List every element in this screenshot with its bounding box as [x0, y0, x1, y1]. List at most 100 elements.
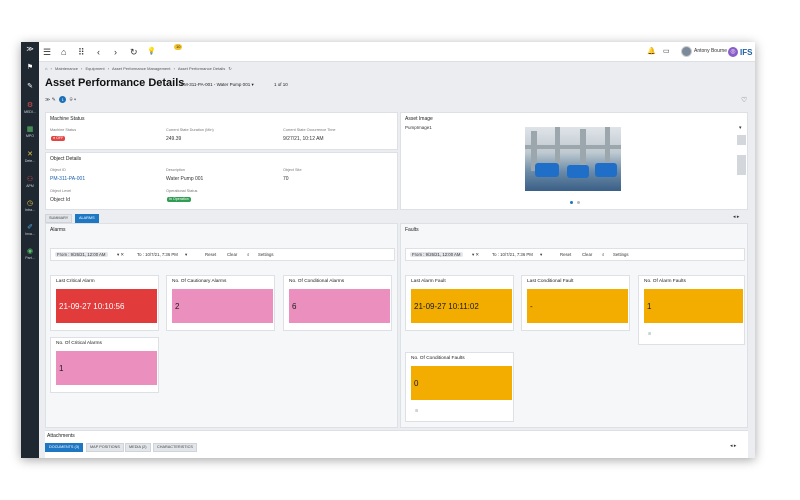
kpi-critical-alarms[interactable]: No. Of Critical Alarms 1 [50, 337, 159, 393]
rail-item-mpo[interactable]: ▦ MPO [21, 126, 39, 138]
kpi-value: 1 [644, 289, 743, 323]
carousel-next-button[interactable] [737, 155, 746, 175]
kpi-last-critical-alarm[interactable]: Last Critical Alarm 21-09-27 10:10:56 [50, 275, 159, 331]
breadcrumb-current: Asset Performance Details [177, 66, 226, 71]
reset-button[interactable]: Reset [560, 252, 571, 257]
home-icon[interactable]: ⌂ [61, 45, 66, 59]
card-title: Asset Image [405, 116, 433, 122]
record-selector[interactable]: PM-311-PA-001 - Water Pump 001 ▾ [181, 82, 254, 88]
status-badge: ● OFF [51, 136, 66, 141]
from-date-controls[interactable]: ▾ ✕ [117, 252, 124, 258]
brand-mark-icon: ◎ [728, 47, 738, 57]
carousel-prev-button[interactable] [737, 135, 746, 145]
apm-icon: ⚇ [26, 176, 34, 183]
carousel-dot[interactable] [577, 201, 580, 204]
rail-item-apm[interactable]: ⚇ APM [21, 176, 39, 188]
rail-item-inva[interactable]: ✐ Inva... [21, 224, 39, 236]
lightbulb-icon[interactable]: 💡 [147, 45, 156, 59]
kpi-value: 21-09-27 10:10:56 [56, 289, 157, 323]
object-id-link[interactable]: PM-311-PA-001 [50, 176, 85, 182]
breadcrumb-home-icon[interactable]: ⌂ [45, 66, 47, 71]
to-date-controls[interactable]: ▾ [185, 252, 187, 258]
operational-status-badge: In Operation [167, 197, 191, 202]
tab-characteristics[interactable]: CHARACTERISTICS [153, 443, 197, 452]
app-window: ≫ ⚑ ✎ ⚙ MEDI... ▦ MPO ✕ Dete... ⚇ APM ◷ Intra… [21, 42, 755, 458]
tab-scroll-arrows[interactable]: ◂ ▸ [733, 214, 739, 220]
field-label: Current State Occurrence Time [283, 128, 336, 132]
alarms-panel: Alarms From : 9/26/21, 12:00 AM ▾ ✕ To :… [45, 223, 398, 428]
kpi-title: Last Conditional Fault [527, 279, 574, 284]
tab-media[interactable]: MEDIA (2) [125, 443, 151, 452]
dete-icon: ✕ [27, 151, 33, 158]
settings-button[interactable]: Settings [613, 252, 629, 257]
tab-alarms[interactable]: ALARMS [75, 214, 99, 223]
rail-item-intra[interactable]: ◷ Intra... [21, 200, 39, 212]
from-date-field[interactable]: From : 9/26/21, 12:00 AM [55, 252, 108, 257]
kpi-alarm-faults[interactable]: No. Of Alarm Faults 1 ⊞ [638, 275, 745, 345]
from-date-controls[interactable]: ▾ ✕ [472, 252, 479, 258]
rail-label: Inva... [25, 232, 35, 236]
bell-icon[interactable]: 🔔 [647, 45, 656, 59]
chevron-down-icon[interactable]: ▾ [739, 125, 742, 131]
clear-button[interactable]: Clear [227, 252, 237, 257]
rail-item-medi[interactable]: ⚙ MEDI... [21, 102, 39, 114]
favorite-icon[interactable]: ♡ [741, 96, 747, 104]
to-date-controls[interactable]: ▾ [540, 252, 542, 258]
tab-map-positions[interactable]: MAP POSITIONS [86, 443, 124, 452]
kpi-cautionary-alarms[interactable]: No. Of Cautionary Alarms 2 [166, 275, 275, 331]
more-commands-icon[interactable]: ⌾ ▾ [70, 97, 77, 103]
brand-name: IFS [740, 47, 753, 57]
kpi-conditional-faults[interactable]: No. Of Conditional Faults 0 ⊞ [405, 352, 514, 422]
user-name[interactable]: Antony Bourne [694, 48, 727, 54]
kpi-title: No. Of Conditional Faults [411, 356, 465, 361]
rail-expand[interactable]: ≫ [21, 46, 39, 54]
tab-summary[interactable]: SUMMARY [45, 214, 73, 223]
settings-button[interactable]: Settings [258, 252, 274, 257]
refresh-icon[interactable]: ↻ [130, 45, 138, 59]
rail-item-part[interactable]: ◉ Part... [21, 248, 39, 260]
forward-icon[interactable]: › [114, 45, 117, 59]
rail-bookmark[interactable]: ⚑ [21, 64, 39, 72]
back-icon[interactable]: ‹ [97, 45, 100, 59]
details-icon[interactable]: ⊞ [648, 331, 651, 336]
search-icon[interactable]: ⌕ [602, 252, 604, 257]
attachment-count-badge[interactable]: 1 [59, 96, 67, 103]
details-icon[interactable]: ⊞ [415, 408, 418, 413]
to-date-field[interactable]: To : 10/7/21, 7:36 PM [492, 252, 533, 257]
rail-edit[interactable]: ✎ [21, 83, 39, 91]
breadcrumb-equipment[interactable]: Equipment [86, 66, 105, 71]
field-label: Description [166, 168, 185, 172]
tab-documents[interactable]: DOCUMENTS (3) [45, 443, 84, 452]
kpi-last-conditional-fault[interactable]: Last Conditional Fault - [521, 275, 630, 331]
breadcrumb-separator: › [50, 66, 52, 71]
panel-title: Faults [405, 227, 419, 233]
field-label: Object ID [50, 168, 66, 172]
reset-button[interactable]: Reset [205, 252, 216, 257]
inva-icon: ✐ [27, 224, 33, 231]
image-selector[interactable]: PumpImage1 [405, 125, 432, 130]
chat-icon[interactable]: ▭ [663, 45, 670, 59]
rail-item-dete[interactable]: ✕ Dete... [21, 151, 39, 163]
clear-button[interactable]: Clear [582, 252, 592, 257]
avatar[interactable] [681, 46, 692, 57]
field-label: Machine Status [50, 128, 77, 132]
kpi-value: 6 [289, 289, 390, 323]
breadcrumb: ⌂ › Maintenance › Equipment › Asset Perf… [45, 66, 234, 71]
from-date-field[interactable]: From : 9/26/21, 12:00 AM [410, 252, 463, 257]
breadcrumb-maintenance[interactable]: Maintenance [55, 66, 78, 71]
search-icon[interactable]: ⌕ [247, 252, 249, 257]
breadcrumb-refresh-icon[interactable]: ↻ [228, 66, 231, 71]
command-icons[interactable]: ≫ ✎ [45, 97, 56, 103]
kpi-conditional-alarms[interactable]: No. Of Conditional Alarms 6 [283, 275, 392, 331]
kpi-value: 21-09-27 10:11:02 [411, 289, 512, 323]
menu-icon[interactable]: ☰ [43, 45, 51, 59]
carousel-dot-active[interactable] [570, 201, 573, 204]
breadcrumb-apm[interactable]: Asset Performance Management [112, 66, 170, 71]
rail-label: MPO [26, 134, 34, 138]
kpi-last-alarm-fault[interactable]: Last Alarm Fault 21-09-27 10:11:02 [405, 275, 514, 331]
duration-value: 249.39 [166, 136, 182, 142]
attachment-tab-arrows[interactable]: ◂ ▸ [730, 443, 736, 449]
to-date-field[interactable]: To : 10/7/21, 7:36 PM [137, 252, 178, 257]
top-bar: ☰ ⌂ ⠿ ‹ › ↻ 💡 10 🔔 ▭ Antony Bourne ◎ IFS [39, 42, 755, 62]
apps-grid-icon[interactable]: ⠿ [78, 45, 85, 59]
